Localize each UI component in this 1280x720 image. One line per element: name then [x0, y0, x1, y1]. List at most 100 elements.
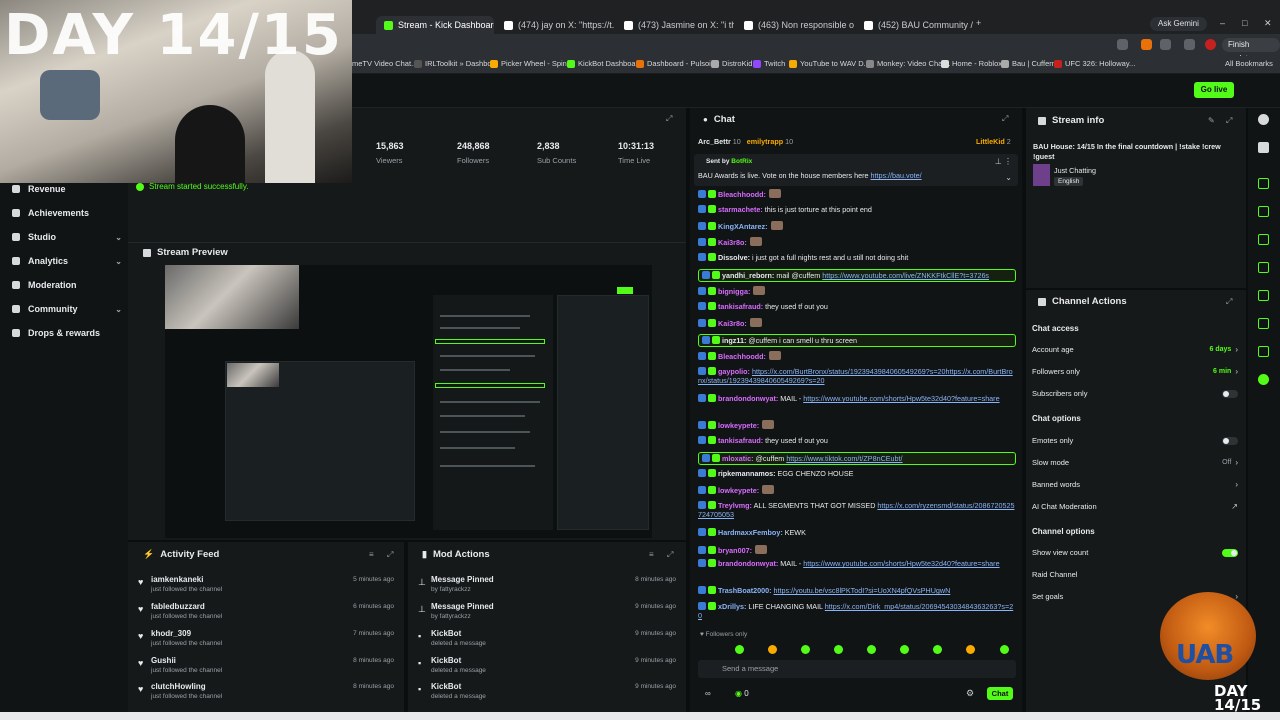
chat-message[interactable]: lowkeypete: — [698, 485, 1016, 495]
gear-icon[interactable]: ⚙ — [966, 688, 974, 699]
chat-username[interactable]: Kai3r8o: — [718, 238, 747, 247]
sidebar-item-studio[interactable]: Studio ⌄ — [12, 232, 122, 242]
followers-only-row[interactable]: Followers only 6 min › — [1032, 367, 1238, 376]
emote-icon[interactable] — [801, 645, 810, 654]
star-icon[interactable] — [1117, 39, 1128, 50]
chat-message[interactable]: HardmaxxFemboy: KEWK — [698, 528, 1016, 537]
chat-message[interactable]: Treylvmg: ALL SEGMENTS THAT GOT MISSED h… — [698, 501, 1016, 519]
chat-username[interactable]: gaypolio: — [718, 367, 750, 376]
chat-link[interactable]: https://www.youtube.com/shorts/Hpw5te32d… — [803, 559, 999, 568]
all-bookmarks[interactable]: All Bookmarks — [1225, 59, 1273, 68]
chat-message[interactable]: Bleachhoodd: — [698, 189, 1016, 199]
chevron-down-icon[interactable]: ⌄ — [1005, 173, 1012, 182]
chat-message[interactable]: Kai3r8o: — [698, 318, 1016, 328]
pin-icon[interactable]: ⊥ ⋮ — [995, 157, 1012, 166]
bookmark-item[interactable]: UFC 326: Holloway... — [1054, 59, 1135, 68]
tab-kick-dashboard[interactable]: Stream - Kick Dashboard✕ — [376, 16, 494, 34]
chat-username[interactable]: HardmaxxFemboy: — [718, 528, 783, 537]
tab-x-jasmine[interactable]: (473) Jasmine on X: "i think ab...✕ — [616, 16, 734, 34]
chat-message[interactable]: TrashBoat2000: https://youtu.be/vsc8lPKT… — [698, 586, 1016, 595]
tab-x-jay[interactable]: (474) jay on X: "https://t.co/r1j...✕ — [496, 16, 614, 34]
popout-icon[interactable]: ⤢ — [667, 550, 673, 560]
chat-username[interactable]: mloxatic: — [722, 454, 754, 463]
bookmark-item[interactable]: IRLToolkit » Dashbo... — [414, 59, 498, 68]
chat-username[interactable]: Bleachhoodd: — [718, 352, 766, 361]
avatar[interactable] — [1205, 39, 1216, 50]
download-icon[interactable] — [1184, 39, 1195, 50]
chat-message[interactable]: KingXAntarez: — [698, 221, 1016, 231]
chat-username[interactable]: Dissolve: — [718, 253, 750, 262]
chat-link[interactable]: https://youtu.be/vsc8lPKTodI?si=UoXN4pfQ… — [774, 586, 951, 595]
chat-message[interactable]: tankisafraud: they used tf out you — [698, 436, 1016, 445]
chat-username[interactable]: lowkeypete: — [718, 486, 759, 495]
chat-message[interactable]: bignigga: — [698, 286, 1016, 296]
chat-username[interactable]: Kai3r8o: — [718, 319, 747, 328]
emote-icon[interactable] — [1000, 645, 1009, 654]
emotes-only-toggle[interactable] — [1222, 436, 1238, 445]
bookmark-item[interactable]: Twitch — [753, 59, 785, 68]
emote-icon[interactable] — [933, 645, 942, 654]
chat-username[interactable]: TrashBoat2000: — [718, 586, 772, 595]
music-icon[interactable] — [1258, 290, 1269, 301]
chat-message[interactable]: gaypolio: https://x.com/BurtBronx/status… — [698, 367, 1016, 385]
chat-message[interactable]: Bleachhoodd: — [698, 351, 1016, 361]
sidebar-item-moderation[interactable]: Moderation — [12, 280, 122, 290]
popout-icon[interactable]: ⤢ — [1002, 114, 1008, 124]
chat-username[interactable]: brandondonwyat: — [718, 394, 778, 403]
slow-mode-row[interactable]: Slow mode Off › — [1032, 458, 1238, 467]
maximize-icon[interactable]: □ — [1242, 18, 1247, 28]
chat-link[interactable]: https://www.tiktok.com/t/ZP8nCEubt/ — [786, 454, 902, 463]
chat-message[interactable]: starmachete: this is just torture at thi… — [698, 205, 1016, 214]
emote-icon[interactable] — [768, 645, 777, 654]
chat-message[interactable]: ingz11: @cuffem i can smell u thru scree… — [698, 334, 1016, 347]
bookmark-item[interactable]: meTV Video Chat... — [352, 59, 417, 68]
chat-link[interactable]: https://www.youtube.com/live/ZNKKFtkCllE… — [822, 271, 989, 280]
chat-link[interactable]: https://x.com/Dirk_mp4/status/2069454303… — [698, 602, 1013, 620]
lightning-icon[interactable] — [1258, 206, 1269, 217]
bookmark-item[interactable]: Dashboard - Pulsoid — [636, 59, 715, 68]
chat-username[interactable]: Bleachhoodd: — [718, 190, 766, 199]
popout-icon[interactable]: ⤢ — [666, 114, 672, 124]
list-icon[interactable] — [1258, 234, 1269, 245]
send-chat-button[interactable]: Chat — [987, 687, 1013, 700]
edit-icon[interactable]: ✎ — [1208, 116, 1215, 125]
minimize-icon[interactable]: – — [1220, 18, 1225, 28]
popout-icon[interactable]: ⤢ — [1226, 116, 1232, 126]
chat-input[interactable]: Send a message — [698, 660, 1016, 678]
filter-icon[interactable]: ≡ — [369, 550, 374, 559]
banned-words-row[interactable]: Banned words › — [1032, 480, 1238, 489]
show-view-count-toggle[interactable] — [1222, 548, 1238, 557]
bookmark-item[interactable]: DistroKid — [711, 59, 752, 68]
chat-message[interactable]: ripkemannamos: EGG CHENZO HOUSE — [698, 469, 1016, 478]
popout-icon[interactable]: ⤢ — [1226, 297, 1232, 307]
chat-username[interactable]: ripkemannamos: — [718, 469, 776, 478]
chat-username[interactable]: yandhi_reborn: — [722, 271, 774, 280]
info-icon[interactable] — [1258, 114, 1269, 125]
chat-username[interactable]: KingXAntarez: — [718, 222, 768, 231]
account-age-row[interactable]: Account age 6 days › — [1032, 345, 1238, 354]
sidebar-item-drops-rewards[interactable]: Drops & rewards — [12, 328, 122, 338]
chat-username[interactable]: starmachete: — [718, 205, 763, 214]
chat-message[interactable]: brandondonwyat: MAIL - https://www.youtu… — [698, 559, 1016, 568]
wrench-icon[interactable] — [1258, 346, 1269, 357]
pinned-message[interactable]: Sent by BotRix BAU Awards is live. Vote … — [694, 154, 1018, 186]
chat-username[interactable]: bignigga: — [718, 287, 750, 296]
extension-icon[interactable] — [1141, 39, 1152, 50]
puzzle-icon[interactable] — [1160, 39, 1171, 50]
chat-message[interactable]: bryan007: — [698, 545, 1016, 555]
infinity-icon[interactable]: ∞ — [705, 689, 711, 698]
finish-update-button[interactable]: Finish update — [1222, 38, 1280, 63]
chat-message[interactable]: tankisafraud: they used tf out you — [698, 302, 1016, 311]
ai-moderation-row[interactable]: AI Chat Moderation ↗ — [1032, 502, 1238, 511]
chat-message[interactable]: mloxatic: @cuffem https://www.tiktok.com… — [698, 452, 1016, 465]
emote-icon[interactable] — [834, 645, 843, 654]
chat-username[interactable]: Treylvmg: — [718, 501, 752, 510]
chat-message[interactable]: yandhi_reborn: mail @cuffem https://www.… — [698, 269, 1016, 282]
chat-message[interactable]: Kai3r8o: — [698, 237, 1016, 247]
emote-icon[interactable] — [867, 645, 876, 654]
chat-username[interactable]: ingz11: — [722, 336, 746, 345]
chat-icon[interactable] — [1258, 262, 1269, 273]
chat-username[interactable]: tankisafraud: — [718, 436, 763, 445]
chat-message[interactable]: Dissolve: i just got a full nights rest … — [698, 253, 1016, 262]
bookmark-item[interactable]: Picker Wheel - Spin... — [490, 59, 573, 68]
